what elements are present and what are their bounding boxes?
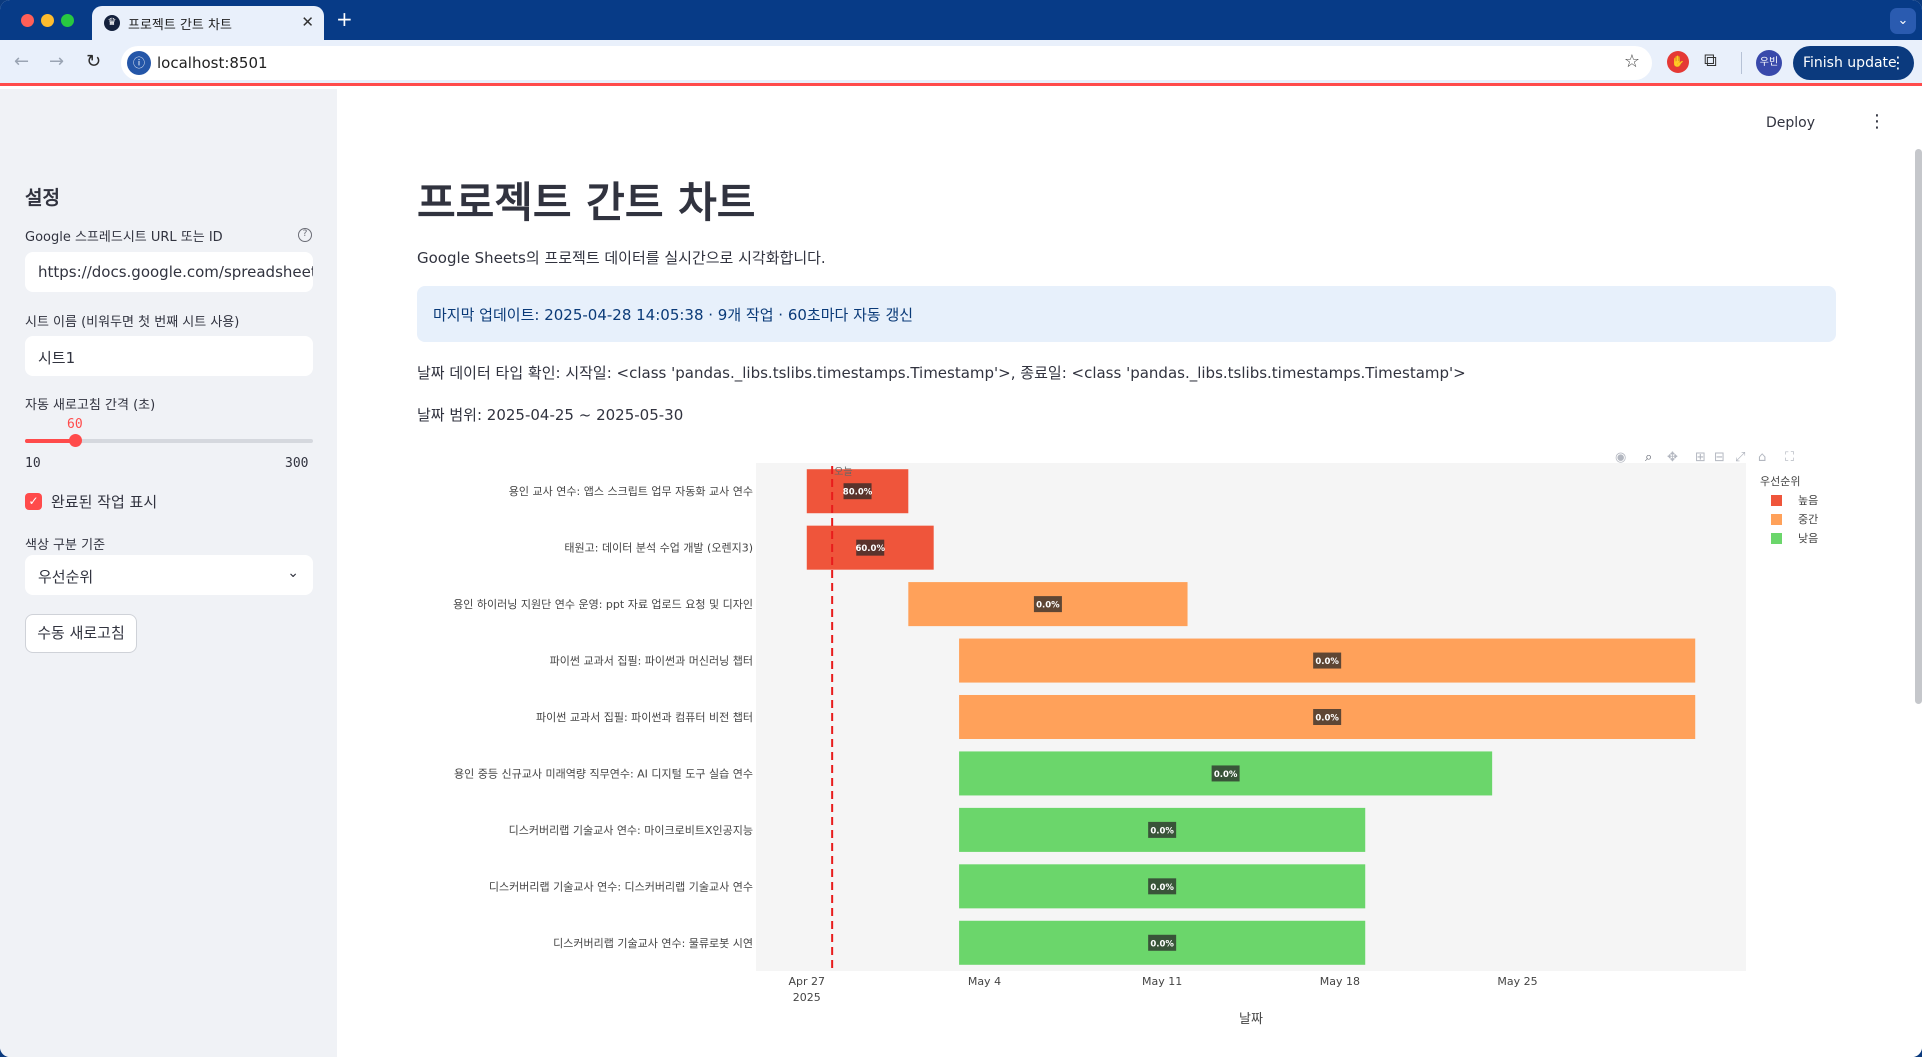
refresh-interval-label: 자동 새로고침 간격 (초) [25,398,156,413]
task-label: 용인 하이러닝 지원단 연수 운영: ppt 자료 업로드 요청 및 디자인 [453,597,753,611]
browser-toolbar: ← → ↻ ⓘ localhost:8501 ☆ ✋ ⧉ 우빈 Finish u… [0,40,1922,86]
toolbar-divider [1741,52,1742,74]
main-menu-icon[interactable]: ⋮ [1868,111,1886,132]
legend-label: 중간 [1798,513,1818,526]
home-icon[interactable]: ⌂ [1758,450,1766,465]
legend-swatch [1771,533,1782,544]
extensions-puzzle-icon[interactable]: ⧉ [1704,50,1717,71]
color-by-value: 우선순위 [38,568,94,586]
progress-label: 0.0% [1150,826,1174,836]
task-label: 태원고: 데이터 분석 수업 개발 (오렌지3) [564,542,753,555]
legend-label: 낮음 [1798,532,1818,545]
back-arrow-icon[interactable]: ← [14,51,29,72]
progress-label: 0.0% [1036,601,1060,611]
sheet-url-input[interactable]: https://docs.google.com/spreadsheets/d/ [25,252,313,292]
chevron-down-icon: ⌄ [287,565,299,581]
slider-value: 60 [67,417,83,432]
progress-label: 0.0% [1150,883,1174,893]
legend-swatch [1771,514,1782,525]
color-by-select[interactable]: 우선순위 ⌄ [25,555,313,595]
zoom-icon[interactable]: ⌕ [1645,450,1652,465]
sheet-url-label: Google 스프레드시트 URL 또는 ID [25,230,223,245]
task-label: 디스커버리랩 기술교사 연수: 디스커버리랩 기술교사 연수 [489,880,753,893]
x-tick-label: May 18 [1320,975,1360,988]
progress-label: 0.0% [1214,770,1238,780]
autoscale-icon[interactable]: ⤢ [1735,450,1745,465]
task-label: 파이썬 교과서 집필: 파이썬과 머신러닝 챕터 [550,655,753,668]
x-tick-year: 2025 [793,991,821,1004]
x-tick-label: May 25 [1497,975,1537,988]
close-window-button[interactable] [21,14,34,27]
tab-title: 프로젝트 간트 차트 [128,18,232,33]
browser-window: ♛ 프로젝트 간트 차트 ✕ + ⌄ ← → ↻ ⓘ localhost:850… [0,0,1922,1057]
slider-min: 10 [25,456,41,471]
manual-refresh-button[interactable]: 수동 새로고침 [25,614,137,653]
task-label: 용인 중등 신규교사 미래역량 직무연수: AI 디지털 도구 실습 연수 [454,767,753,780]
forward-arrow-icon[interactable]: → [49,51,64,72]
sheet-name-label: 시트 이름 (비워두면 첫 번째 시트 사용) [25,315,240,330]
help-icon[interactable]: ? [298,228,312,242]
task-label: 디스커버리랩 기술교사 연수: 마이크로비트X인공지능 [509,824,753,837]
today-label: 오늘 [834,466,852,478]
pan-icon[interactable]: ✥ [1667,450,1678,465]
legend-label: 높음 [1798,494,1818,507]
address-bar[interactable]: ⓘ localhost:8501 ☆ [121,46,1652,80]
browser-tab[interactable]: ♛ 프로젝트 간트 차트 ✕ [92,6,324,40]
extension-hand-icon[interactable]: ✋ [1667,51,1689,73]
info-alert: 마지막 업데이트: 2025-04-28 14:05:38 · 9개 작업 · … [417,286,1836,342]
reload-icon[interactable]: ↻ [86,51,101,72]
slider-fill [25,439,75,443]
progress-label: 60.0% [855,544,885,554]
more-vert-icon: ⋮ [1890,53,1906,72]
progress-label: 0.0% [1150,939,1174,949]
sheet-name-input[interactable]: 시트1 [25,336,313,376]
x-axis-title: 날짜 [1239,1012,1263,1027]
fullscreen-icon[interactable]: ⛶ [1785,450,1794,465]
deploy-button[interactable]: Deploy [1766,115,1815,131]
tab-search-chevron-icon[interactable]: ⌄ [1890,8,1916,34]
refresh-interval-slider[interactable] [25,434,313,447]
progress-label: 80.0% [843,488,873,498]
url-text[interactable]: localhost:8501 [157,54,268,72]
task-label: 디스커버리랩 기술교사 연수: 물류로봇 시연 [553,937,753,950]
legend-swatch [1771,495,1782,506]
site-info-icon[interactable]: ⓘ [127,51,151,75]
x-tick-label: May 11 [1142,975,1182,988]
sidebar-title: 설정 [25,187,60,209]
maximize-window-button[interactable] [61,14,74,27]
x-tick-label: Apr 27 [789,975,826,988]
slider-thumb[interactable] [69,434,82,447]
finish-update-button[interactable]: Finish update ⋮ [1793,46,1914,80]
minimize-window-button[interactable] [41,14,54,27]
info-text: 마지막 업데이트: 2025-04-28 14:05:38 · 9개 작업 · … [433,306,914,324]
gantt-svg: 용인 교사 연수: 앱스 스크립트 업무 자동화 교사 연수 80.0% 태원고: … [453,463,1818,1027]
color-by-label: 색상 구분 기준 [25,538,106,553]
gantt-chart[interactable]: ◉ ⌕ ✥ ⊞ ⊟ ⤢ ⌂ ⛶ 용인 교사 연수: 앱스 스크립트 업무 자동화… [337,450,1917,1040]
show-completed-checkbox[interactable]: ✓ [25,493,42,510]
x-tick-label: May 4 [968,975,1001,988]
finish-update-label: Finish update [1803,55,1897,71]
new-tab-icon[interactable]: + [336,7,353,31]
page-title: 프로젝트 간트 차트 [417,178,756,227]
task-label: 파이썬 교과서 집필: 파이썬과 컴퓨터 비전 챕터 [536,711,753,724]
task-label: 용인 교사 연수: 앱스 스크립트 업무 자동화 교사 연수 [509,485,753,498]
page-caption: Google Sheets의 프로젝트 데이터를 실시간으로 시각화합니다. [417,249,826,267]
tab-bar: ♛ 프로젝트 간트 차트 ✕ + ⌄ [0,0,1922,40]
camera-icon[interactable]: ◉ [1615,450,1626,465]
dtype-check-text: 날짜 데이터 타입 확인: 시작일: <class 'pandas._libs.… [417,364,1466,382]
zoom-out-icon[interactable]: ⊟ [1714,450,1725,465]
progress-label: 0.0% [1315,714,1339,724]
zoom-in-icon[interactable]: ⊞ [1695,450,1706,465]
close-tab-icon[interactable]: ✕ [301,13,314,31]
date-range-text: 날짜 범위: 2025-04-25 ~ 2025-05-30 [417,406,684,424]
slider-max: 300 [285,456,309,471]
progress-label: 0.0% [1315,657,1339,667]
crown-icon: ♛ [104,15,120,31]
sidebar: 설정 Google 스프레드시트 URL 또는 ID ? https://doc… [0,89,337,1057]
legend-title: 우선순위 [1760,475,1800,488]
bookmark-star-icon[interactable]: ☆ [1624,51,1640,72]
profile-avatar[interactable]: 우빈 [1756,50,1782,76]
show-completed-label: 완료된 작업 표시 [51,493,158,511]
